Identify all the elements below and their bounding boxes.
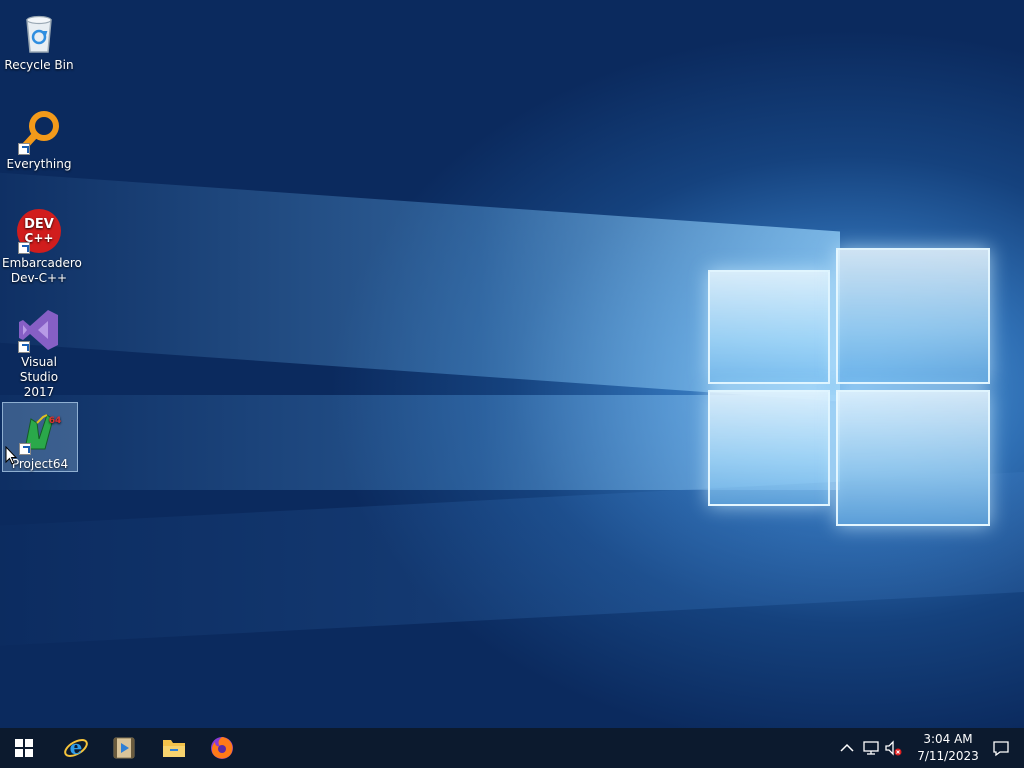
project64-icon: 64 xyxy=(17,409,63,455)
windows-logo-wallpaper xyxy=(706,248,990,526)
firefox-icon xyxy=(211,737,233,759)
desktop-icon-label: Dev-C++ xyxy=(10,271,68,285)
logo-pane xyxy=(836,390,990,526)
dev-cpp-glyph-text: DEV xyxy=(24,217,54,232)
action-center-icon[interactable] xyxy=(992,739,1010,757)
desktop-icon-label: Visual Studio xyxy=(19,355,59,384)
taskbar-internet-explorer-button[interactable]: e xyxy=(52,728,100,768)
clock-date: 7/11/2023 xyxy=(917,749,979,763)
desktop-icon-label: Recycle Bin xyxy=(4,58,74,72)
desktop-background: Recycle Bin Everything DEV C++ Embarcade… xyxy=(0,0,1024,728)
windows-start-icon xyxy=(15,739,33,757)
desktop-icon-recycle-bin[interactable]: Recycle Bin xyxy=(2,4,76,72)
logo-pane xyxy=(836,248,990,384)
internet-explorer-icon: e xyxy=(64,735,88,759)
media-player-icon xyxy=(113,737,135,759)
chevron-up-icon[interactable] xyxy=(838,739,856,757)
everything-search-icon xyxy=(16,109,62,155)
taskbar-file-explorer-button[interactable] xyxy=(150,728,198,768)
logo-pane xyxy=(708,270,830,384)
desktop-icon-label: 2017 xyxy=(23,385,55,399)
folder-icon xyxy=(163,740,185,757)
logo-pane xyxy=(708,390,830,506)
shortcut-arrow-icon xyxy=(18,242,30,254)
system-tray: 3:04 AM 7/11/2023 xyxy=(824,728,1024,768)
svg-text:e: e xyxy=(70,735,83,759)
network-icon[interactable] xyxy=(862,739,880,757)
mouse-cursor-icon xyxy=(5,446,17,465)
shortcut-arrow-icon xyxy=(19,443,31,455)
taskbar-firefox-button[interactable] xyxy=(198,728,246,768)
dev-cpp-icon: DEV C++ xyxy=(16,208,62,254)
taskbar-media-player-button[interactable] xyxy=(100,728,148,768)
shortcut-arrow-icon xyxy=(18,143,30,155)
shortcut-arrow-icon xyxy=(18,341,30,353)
taskbar: e 3:04 AM 7/11/2023 xyxy=(0,728,1024,768)
desktop-icon-label: Everything xyxy=(6,157,72,171)
desktop-icon-dev-cpp[interactable]: DEV C++ Embarcadero Dev-C++ xyxy=(2,202,82,285)
project64-glyph-text: 64 xyxy=(49,416,62,426)
volume-muted-icon[interactable] xyxy=(884,739,902,757)
desktop-icon-label: Embarcadero xyxy=(2,256,82,270)
start-button[interactable] xyxy=(0,728,48,768)
desktop-icon-visual-studio[interactable]: Visual Studio 2017 xyxy=(2,301,76,399)
clock-time: 3:04 AM xyxy=(923,732,973,746)
recycle-bin-icon xyxy=(16,10,62,56)
taskbar-clock[interactable]: 3:04 AM 7/11/2023 xyxy=(904,731,992,765)
visual-studio-icon xyxy=(16,307,62,353)
desktop-icon-everything[interactable]: Everything xyxy=(2,103,76,171)
